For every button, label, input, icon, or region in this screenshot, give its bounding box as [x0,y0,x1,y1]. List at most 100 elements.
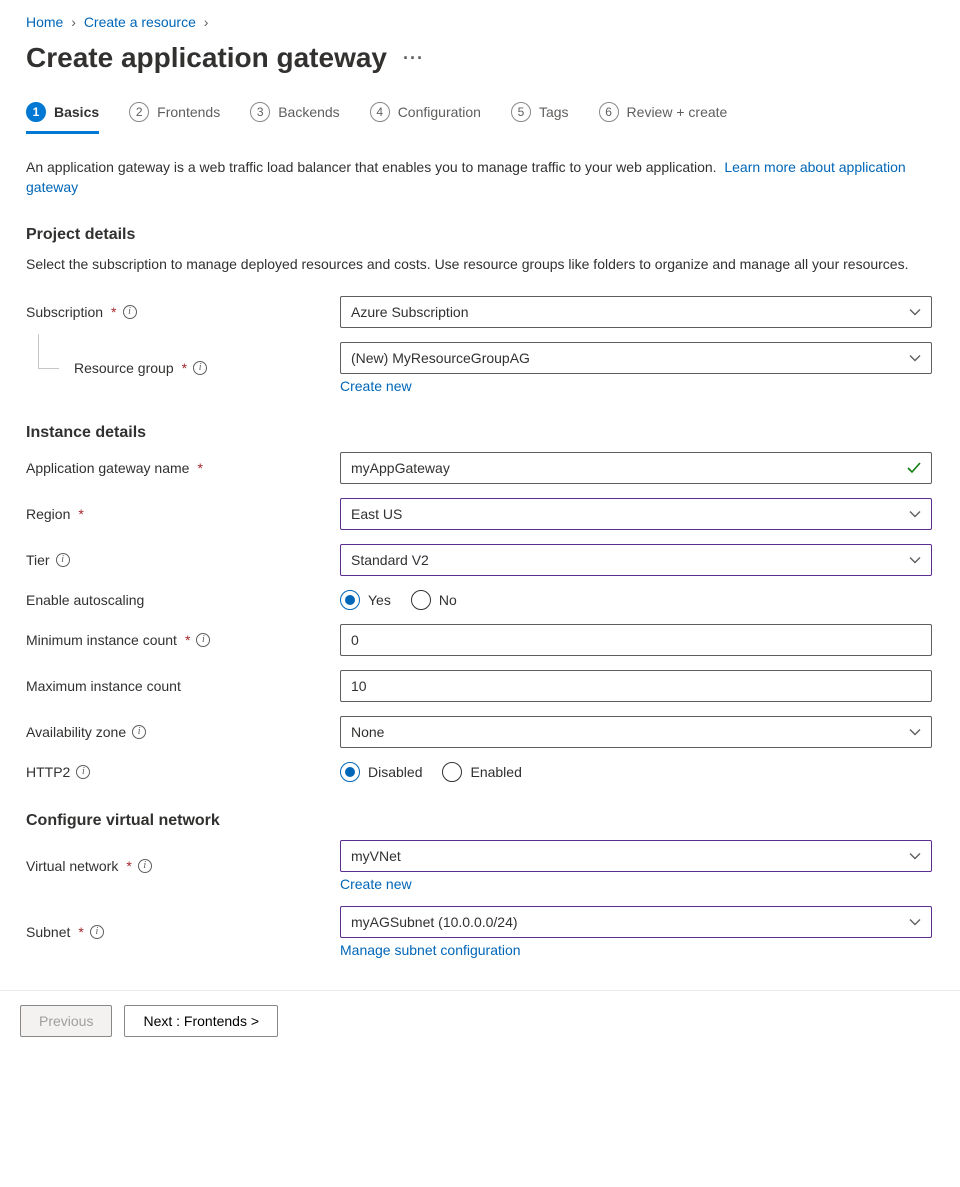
step-badge-5: 5 [511,102,531,122]
dropdown-value: None [351,724,384,740]
autoscale-no-radio[interactable]: No [411,590,457,610]
required-indicator: * [182,360,187,376]
tab-label: Tags [539,104,569,120]
vnet-dropdown[interactable]: myVNet [340,840,932,872]
instance-details-heading: Instance details [26,424,940,442]
dropdown-value: (New) MyResourceGroupAG [351,350,530,366]
chevron-down-icon [909,554,921,566]
subscription-dropdown[interactable]: Azure Subscription [340,296,932,328]
autoscale-yes-radio[interactable]: Yes [340,590,391,610]
min-instance-input[interactable]: 0 [340,624,932,656]
breadcrumb-create-resource[interactable]: Create a resource [84,14,196,30]
checkmark-icon [907,461,921,475]
info-icon[interactable]: i [123,305,137,319]
info-icon[interactable]: i [196,633,210,647]
subnet-dropdown[interactable]: myAGSubnet (10.0.0.0/24) [340,906,932,938]
chevron-right-icon: › [204,14,209,30]
subscription-label: Subscription [26,304,103,320]
wizard-tabs: 1 Basics 2 Frontends 3 Backends 4 Config… [26,96,940,135]
dropdown-value: Standard V2 [351,552,429,568]
chevron-down-icon [909,508,921,520]
resource-group-dropdown[interactable]: (New) MyResourceGroupAG [340,342,932,374]
step-badge-3: 3 [250,102,270,122]
tab-label: Configuration [398,104,481,120]
tier-dropdown[interactable]: Standard V2 [340,544,932,576]
dropdown-value: East US [351,506,402,522]
required-indicator: * [126,858,131,874]
step-badge-6: 6 [599,102,619,122]
radio-label: Disabled [368,764,422,780]
tab-tags[interactable]: 5 Tags [511,96,569,134]
app-gw-name-label: Application gateway name [26,460,189,476]
create-new-rg-link[interactable]: Create new [340,378,932,394]
info-icon[interactable]: i [193,361,207,375]
dropdown-value: Azure Subscription [351,304,469,320]
previous-button: Previous [20,1005,112,1037]
more-icon[interactable]: ··· [403,48,424,69]
required-indicator: * [185,632,190,648]
chevron-down-icon [909,726,921,738]
wizard-footer: Previous Next : Frontends > [0,990,960,1051]
availability-zone-dropdown[interactable]: None [340,716,932,748]
info-icon[interactable]: i [138,859,152,873]
chevron-down-icon [909,850,921,862]
breadcrumb: Home › Create a resource › [26,14,940,30]
tab-backends[interactable]: 3 Backends [250,96,339,134]
required-indicator: * [78,924,83,940]
page-title: Create application gateway [26,42,387,74]
info-icon[interactable]: i [56,553,70,567]
step-badge-4: 4 [370,102,390,122]
region-dropdown[interactable]: East US [340,498,932,530]
next-button[interactable]: Next : Frontends > [124,1005,278,1037]
subnet-label: Subnet [26,924,70,940]
required-indicator: * [197,460,202,476]
app-gw-name-input[interactable]: myAppGateway [340,452,932,484]
dropdown-value: myAGSubnet (10.0.0.0/24) [351,914,518,930]
breadcrumb-home[interactable]: Home [26,14,63,30]
required-indicator: * [111,304,116,320]
max-instance-input[interactable]: 10 [340,670,932,702]
tab-label: Review + create [627,104,728,120]
http2-disabled-radio[interactable]: Disabled [340,762,422,782]
required-indicator: * [78,506,83,522]
info-icon[interactable]: i [90,925,104,939]
project-details-heading: Project details [26,226,940,244]
intro-body: An application gateway is a web traffic … [26,159,717,175]
tab-basics[interactable]: 1 Basics [26,96,99,134]
availability-zone-label: Availability zone [26,724,126,740]
input-value: 0 [351,632,359,648]
autoscale-radio-group: Yes No [340,590,932,610]
chevron-down-icon [909,916,921,928]
input-value: 10 [351,678,367,694]
chevron-down-icon [909,352,921,364]
radio-label: No [439,592,457,608]
tab-label: Frontends [157,104,220,120]
manage-subnet-link[interactable]: Manage subnet configuration [340,942,932,958]
tab-label: Backends [278,104,339,120]
http2-radio-group: Disabled Enabled [340,762,932,782]
create-new-vnet-link[interactable]: Create new [340,876,932,892]
tab-frontends[interactable]: 2 Frontends [129,96,220,134]
vnet-heading: Configure virtual network [26,812,940,830]
chevron-right-icon: › [71,14,76,30]
vnet-label: Virtual network [26,858,118,874]
min-instance-label: Minimum instance count [26,632,177,648]
chevron-down-icon [909,306,921,318]
radio-label: Enabled [470,764,521,780]
dropdown-value: myVNet [351,848,401,864]
project-details-sub: Select the subscription to manage deploy… [26,254,940,274]
tab-review-create[interactable]: 6 Review + create [599,96,728,134]
info-icon[interactable]: i [132,725,146,739]
http2-enabled-radio[interactable]: Enabled [442,762,521,782]
resource-group-label: Resource group [74,360,174,376]
http2-label: HTTP2 [26,764,70,780]
info-icon[interactable]: i [76,765,90,779]
intro-text: An application gateway is a web traffic … [26,157,936,198]
step-badge-2: 2 [129,102,149,122]
input-value: myAppGateway [351,460,450,476]
tab-configuration[interactable]: 4 Configuration [370,96,481,134]
radio-label: Yes [368,592,391,608]
tab-label: Basics [54,104,99,120]
autoscale-label: Enable autoscaling [26,592,144,608]
region-label: Region [26,506,70,522]
